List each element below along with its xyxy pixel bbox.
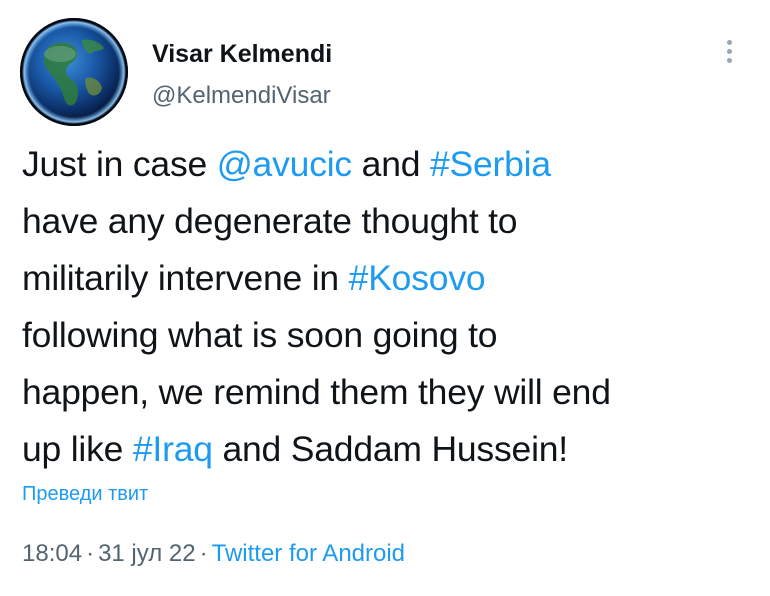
display-name[interactable]: Visar Kelmendi [152,40,332,69]
more-dot [726,58,732,63]
tweet-text-line: happen, we remind them they will end [22,364,757,421]
tweet-text-line: up like #Iraq and Saddam Hussein! [22,421,757,478]
tweet-text-line: following what is soon going to [22,307,757,364]
mention-link[interactable]: @avucic [217,144,352,184]
tweet-text-segment: and [351,144,430,184]
meta-separator: · [86,540,95,567]
tweet-meta: 18:04 · 31 јул 22 · Twitter for Android [22,540,405,568]
tweet-text-segment: have any degenerate thought to [22,201,518,241]
hashtag-link[interactable]: #Kosovo [349,258,486,298]
hashtag-link[interactable]: #Serbia [430,144,551,184]
tweet-text-line: have any degenerate thought to [22,193,757,250]
meta-separator: · [199,540,208,567]
tweet-text-segment: happen, we remind them they will end [22,372,611,412]
more-vertical-icon[interactable] [722,40,736,70]
tweet-text-segment: and Saddam Hussein! [212,429,568,469]
tweet-text-segment: Just in case [22,144,217,184]
more-dot [726,49,732,54]
tweet-text-line: militarily intervene in #Kosovo [22,250,757,307]
translate-tweet-link[interactable]: Преведи твит [22,483,148,506]
avatar[interactable] [20,18,128,126]
tweet-card: Visar Kelmendi @KelmendiVisar Just in ca… [0,0,770,596]
tweet-time[interactable]: 18:04 [22,540,82,567]
more-dot [726,40,732,45]
tweet-text-segment: militarily intervene in [22,258,349,298]
tweet-text-line: Just in case @avucic and #Serbia [22,136,757,193]
tweet-text-segment: following what is soon going to [22,315,498,355]
earth-globe-icon [20,18,128,126]
tweet-source-link[interactable]: Twitter for Android [212,540,405,567]
tweet-date[interactable]: 31 јул 22 [98,540,196,567]
tweet-text: Just in case @avucic and #Serbia have any… [22,136,757,478]
user-handle[interactable]: @KelmendiVisar [152,82,331,110]
hashtag-link[interactable]: #Iraq [133,429,213,469]
tweet-text-segment: up like [22,429,133,469]
